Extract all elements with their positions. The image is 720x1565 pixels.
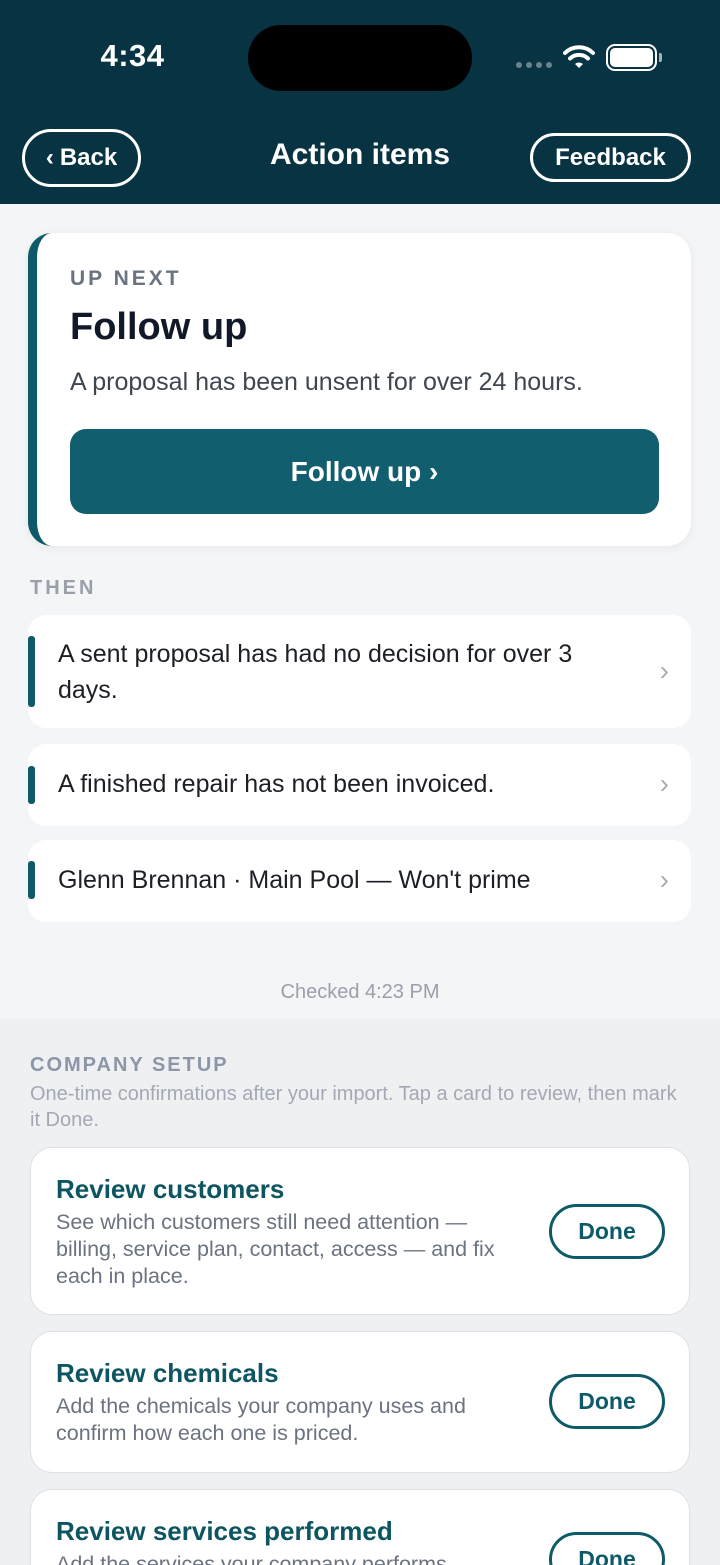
setup-card-description: See which customers still need attention… — [56, 1210, 495, 1288]
back-button[interactable]: ‹ Back — [22, 129, 141, 187]
up-next-eyebrow: UP NEXT — [70, 267, 182, 290]
page-title: Action items — [269, 138, 451, 171]
done-button[interactable]: Done — [549, 1532, 665, 1565]
wifi-icon — [563, 45, 595, 68]
cellular-signal-icon — [516, 62, 552, 68]
then-list-item[interactable]: A finished repair has not been invoiced.… — [28, 744, 691, 826]
dynamic-island — [248, 25, 472, 91]
setup-card-description: Add the services your company performs — [56, 1552, 447, 1565]
setup-card-chemicals[interactable]: Review chemicals Add the chemicals your … — [30, 1331, 690, 1473]
chevron-right-icon: › — [659, 655, 669, 686]
up-next-title: Follow up — [70, 306, 248, 348]
company-setup-section: COMPANY SETUP One-time confirmations aft… — [0, 1019, 720, 1565]
battery-icon — [606, 44, 662, 71]
company-setup-hint: One-time confirmations after your import… — [30, 1083, 677, 1131]
accent-bar — [28, 636, 35, 707]
app-header: 4:34 ‹ Back Action items Feedback — [0, 0, 720, 204]
setup-card-title: Review services performed — [56, 1516, 393, 1546]
setup-card-title: Review customers — [56, 1174, 285, 1204]
done-button[interactable]: Done — [549, 1204, 665, 1259]
then-item-text: A finished repair has not been invoiced. — [58, 770, 495, 798]
chevron-right-icon: › — [659, 864, 669, 895]
feedback-button[interactable]: Feedback — [530, 133, 691, 182]
up-next-description: A proposal has been unsent for over 24 h… — [70, 368, 583, 396]
last-checked-text: Checked 4:23 PM — [280, 981, 440, 1003]
setup-card-services[interactable]: Review services performed Add the servic… — [30, 1489, 690, 1565]
back-button-label: Back — [59, 144, 118, 171]
chevron-right-icon: › — [659, 768, 669, 799]
accent-bar — [28, 766, 35, 804]
setup-card-description: Add the chemicals your company uses and … — [56, 1394, 466, 1445]
company-setup-label: COMPANY SETUP — [30, 1054, 229, 1076]
status-time: 4:34 — [100, 38, 165, 73]
then-item-text: Glenn Brennan · Main Pool — Won't prime — [58, 866, 531, 894]
done-button[interactable]: Done — [549, 1374, 665, 1429]
chevron-left-icon: ‹ — [45, 144, 54, 171]
then-list-item[interactable]: Glenn Brennan · Main Pool — Won't prime … — [28, 840, 691, 922]
follow-up-button[interactable]: Follow up › — [70, 429, 659, 514]
then-section-label: THEN — [30, 577, 97, 599]
then-item-text: A sent proposal has had no decision for … — [58, 640, 573, 704]
setup-card-title: Review chemicals — [56, 1358, 279, 1388]
accent-bar — [28, 861, 35, 899]
up-next-card: UP NEXT Follow up A proposal has been un… — [28, 233, 691, 546]
then-list-item[interactable]: A sent proposal has had no decision for … — [28, 615, 691, 728]
setup-card-customers[interactable]: Review customers See which customers sti… — [30, 1147, 690, 1315]
